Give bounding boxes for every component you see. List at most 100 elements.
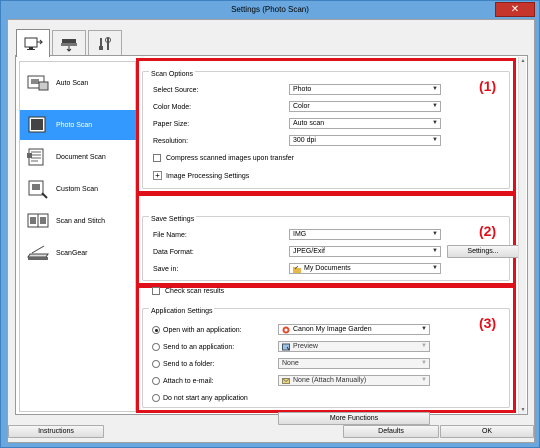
send-app-value: Preview	[293, 343, 318, 350]
chevron-down-icon: ▼	[421, 343, 427, 349]
no-app-radio[interactable]	[152, 394, 160, 402]
chevron-down-icon: ▼	[432, 120, 438, 126]
format-settings-button[interactable]: Settings...	[447, 245, 519, 258]
chevron-down-icon: ▼	[432, 231, 438, 237]
image-processing-row: + Image Processing Settings	[153, 170, 353, 182]
computer-scan-icon	[24, 37, 43, 50]
scangear-icon	[27, 245, 49, 260]
dialog-client: Auto Scan Photo Scan Document Scan Custo…	[7, 19, 535, 443]
marker-2: (2)	[479, 223, 497, 239]
mail-icon	[282, 378, 290, 384]
marker-3: (3)	[479, 315, 497, 331]
tools-icon	[99, 36, 111, 50]
no-app-label: Do not start any application	[163, 394, 248, 402]
send-folder-combo[interactable]: None ▼	[278, 358, 430, 369]
data-format-combo[interactable]: JPEG/Exif ▼	[289, 246, 441, 257]
resolution-combo[interactable]: 300 dpi ▼	[289, 135, 441, 146]
auto-scan-icon	[27, 75, 49, 91]
sidebar-item-label: ScanGear	[56, 249, 88, 257]
save-in-label: Save in:	[153, 265, 179, 273]
sidebar-item-scan-and-stitch[interactable]: Scan and Stitch	[20, 206, 137, 236]
sidebar-item-scangear[interactable]: ScanGear	[20, 238, 137, 268]
attach-email-combo[interactable]: None (Attach Manually) ▼	[278, 375, 430, 386]
sidebar-item-label: Photo Scan	[56, 121, 93, 129]
check-results-checkbox[interactable]	[152, 287, 160, 295]
open-with-label: Open with an application:	[163, 326, 242, 334]
data-format-row: Data Format: JPEG/Exif ▼ Settings...	[153, 245, 519, 258]
file-name-row: File Name: IMG ▼	[153, 229, 443, 241]
instructions-button[interactable]: Instructions	[8, 425, 104, 438]
custom-scan-icon	[28, 180, 48, 199]
compress-checkbox[interactable]	[153, 154, 161, 162]
open-with-row: Open with an application: Canon My Image…	[152, 324, 452, 336]
folder-icon	[293, 265, 301, 273]
tab-scan-from-panel[interactable]	[52, 30, 86, 56]
compress-label: Compress scanned images upon transfer	[166, 154, 295, 162]
paper-size-label: Paper Size:	[153, 120, 190, 128]
check-results-label: Check scan results	[165, 287, 225, 295]
image-processing-label[interactable]: Image Processing Settings	[166, 173, 249, 180]
scroll-down-icon[interactable]: ▼	[519, 406, 527, 414]
chevron-down-icon: ▼	[421, 360, 427, 366]
data-format-label: Data Format:	[153, 248, 194, 256]
tab-general-settings[interactable]	[88, 30, 122, 56]
paper-size-row: Paper Size: Auto scan ▼	[153, 118, 443, 130]
chevron-down-icon: ▼	[432, 248, 438, 254]
sidebar-item-photo-scan[interactable]: Photo Scan	[20, 110, 137, 140]
sidebar-item-auto-scan[interactable]: Auto Scan	[20, 68, 137, 98]
expand-plus-icon[interactable]: +	[153, 171, 162, 180]
sidebar-item-label: Auto Scan	[56, 79, 89, 87]
scroll-up-icon[interactable]: ▲	[519, 57, 527, 65]
send-app-label: Send to an application:	[163, 343, 235, 351]
send-app-radio[interactable]	[152, 343, 160, 351]
application-settings-title: Application Settings	[149, 308, 215, 315]
color-mode-combo[interactable]: Color ▼	[289, 101, 441, 112]
file-name-value: IMG	[293, 231, 307, 238]
resolution-label: Resolution:	[153, 137, 189, 145]
tab-scan-from-computer[interactable]	[16, 29, 50, 57]
data-format-value: JPEG/Exif	[293, 248, 325, 255]
marker-1: (1)	[479, 78, 497, 94]
sidebar-item-document-scan[interactable]: Document Scan	[20, 142, 137, 172]
color-mode-label: Color Mode:	[153, 103, 192, 111]
save-in-combo[interactable]: My Documents ▼	[289, 263, 441, 274]
preview-icon	[282, 343, 290, 351]
paper-size-combo[interactable]: Auto scan ▼	[289, 118, 441, 129]
send-folder-value: None	[282, 360, 299, 367]
ok-button[interactable]: OK	[440, 425, 534, 438]
resolution-value: 300 dpi	[293, 137, 316, 144]
send-folder-row: Send to a folder: None ▼	[152, 358, 452, 370]
vertical-scrollbar[interactable]: ▲ ▼	[518, 57, 526, 414]
file-name-combo[interactable]: IMG ▼	[289, 229, 441, 240]
save-settings-group: Save Settings (2) File Name: IMG ▼ Data F…	[142, 216, 519, 281]
save-in-row: Save in: My Documents ▼	[153, 263, 443, 275]
close-button[interactable]: ✕	[495, 2, 535, 17]
no-app-row: Do not start any application	[152, 392, 352, 404]
select-source-combo[interactable]: Photo ▼	[289, 84, 441, 95]
document-scan-icon	[27, 148, 44, 166]
open-with-value: Canon My Image Garden	[293, 326, 372, 333]
chevron-down-icon: ▼	[421, 377, 427, 383]
settings-window: Settings (Photo Scan) ✕ Auto Scan Photo …	[0, 0, 540, 448]
sidebar-item-label: Document Scan	[56, 153, 106, 161]
open-with-combo[interactable]: Canon My Image Garden ▼	[278, 324, 430, 335]
sidebar-item-custom-scan[interactable]: Custom Scan	[20, 174, 137, 204]
scan-mode-list: Auto Scan Photo Scan Document Scan Custo…	[19, 61, 137, 412]
attach-email-radio[interactable]	[152, 377, 160, 385]
chevron-down-icon: ▼	[421, 326, 427, 332]
send-app-row: Send to an application: Preview ▼	[152, 341, 452, 353]
chevron-down-icon: ▼	[432, 103, 438, 109]
close-icon: ✕	[510, 4, 520, 15]
send-folder-radio[interactable]	[152, 360, 160, 368]
send-app-combo[interactable]: Preview ▼	[278, 341, 430, 352]
select-source-label: Select Source:	[153, 86, 199, 94]
defaults-button[interactable]: Defaults	[343, 425, 439, 438]
chevron-down-icon: ▼	[432, 137, 438, 143]
paper-size-value: Auto scan	[293, 120, 325, 127]
resolution-row: Resolution: 300 dpi ▼	[153, 135, 443, 147]
color-mode-row: Color Mode: Color ▼	[153, 101, 443, 113]
send-folder-label: Send to a folder:	[163, 360, 215, 368]
select-source-row: Select Source: Photo ▼	[153, 84, 443, 96]
open-with-radio[interactable]	[152, 326, 160, 334]
scan-options-group: Scan Options (1) Select Source: Photo ▼ C…	[142, 71, 510, 189]
